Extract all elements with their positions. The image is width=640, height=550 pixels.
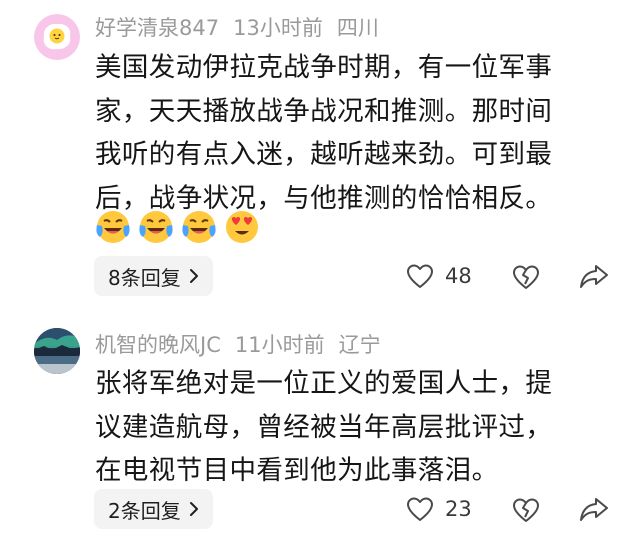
comment-actions: 23 <box>405 489 620 529</box>
broken-heart-icon <box>513 265 539 289</box>
landscape-photo-avatar-icon <box>34 328 80 374</box>
avatar[interactable] <box>34 14 80 60</box>
laughing-crying-emoji-icon <box>182 211 216 243</box>
username[interactable]: 机智的晚风JC <box>95 329 221 359</box>
location: 四川 <box>336 16 379 40</box>
username[interactable]: 好学清泉847 <box>95 12 219 42</box>
heart-icon <box>407 497 433 521</box>
like-count: 23 <box>445 497 472 521</box>
chevron-right-icon <box>189 502 198 516</box>
timestamp: 11小时前 <box>234 333 325 357</box>
comment-meta: 好学清泉847 13小时前 四川 <box>95 12 393 42</box>
share-arrow-icon <box>580 498 608 521</box>
dislike-button[interactable] <box>510 260 542 292</box>
comment-item: 好学清泉847 13小时前 四川 美国发动伊拉克战争时期，有一位军事 家，天天播… <box>0 0 640 305</box>
location: 辽宁 <box>338 333 381 357</box>
avatar[interactable] <box>34 328 80 374</box>
view-replies-button[interactable]: 8条回复 <box>94 256 213 296</box>
heart-eyes-emoji-icon <box>226 211 258 243</box>
like-button[interactable]: 48 <box>405 260 472 292</box>
comment-feed: 好学清泉847 13小时前 四川 美国发动伊拉克战争时期，有一位军事 家，天天播… <box>0 0 640 550</box>
share-button[interactable] <box>578 260 610 292</box>
comment-text: 张将军绝对是一位正义的爱国人士，提 议建造航母，曾经被当年高层批评过， 在电视节… <box>95 368 553 486</box>
chevron-right-icon <box>189 269 198 283</box>
fried-egg-avatar-icon <box>34 14 80 60</box>
comment-actions: 48 <box>405 256 620 296</box>
heart-icon <box>407 264 433 288</box>
like-button[interactable]: 23 <box>405 493 472 525</box>
laughing-crying-emoji-icon <box>139 211 173 243</box>
comment-item: 机智的晚风JC 11小时前 辽宁 张将军绝对是一位正义的爱国人士，提 议建造航母… <box>0 316 640 550</box>
like-count: 48 <box>445 264 472 288</box>
timestamp: 13小时前 <box>233 16 323 40</box>
laughing-crying-emoji-icon <box>96 211 130 243</box>
comment-text: 美国发动伊拉克战争时期，有一位军事 家，天天播放战争战况和推测。那时间 我听的有… <box>95 52 553 214</box>
replies-label: 2条回复 <box>108 498 181 523</box>
replies-label: 8条回复 <box>108 265 181 290</box>
dislike-button[interactable] <box>510 493 542 525</box>
view-replies-button[interactable]: 2条回复 <box>94 489 213 529</box>
share-arrow-icon <box>580 265 608 288</box>
share-button[interactable] <box>578 493 610 525</box>
broken-heart-icon <box>513 498 539 522</box>
comment-meta: 机智的晚风JC 11小时前 辽宁 <box>95 329 395 359</box>
emoji-row <box>93 206 262 246</box>
